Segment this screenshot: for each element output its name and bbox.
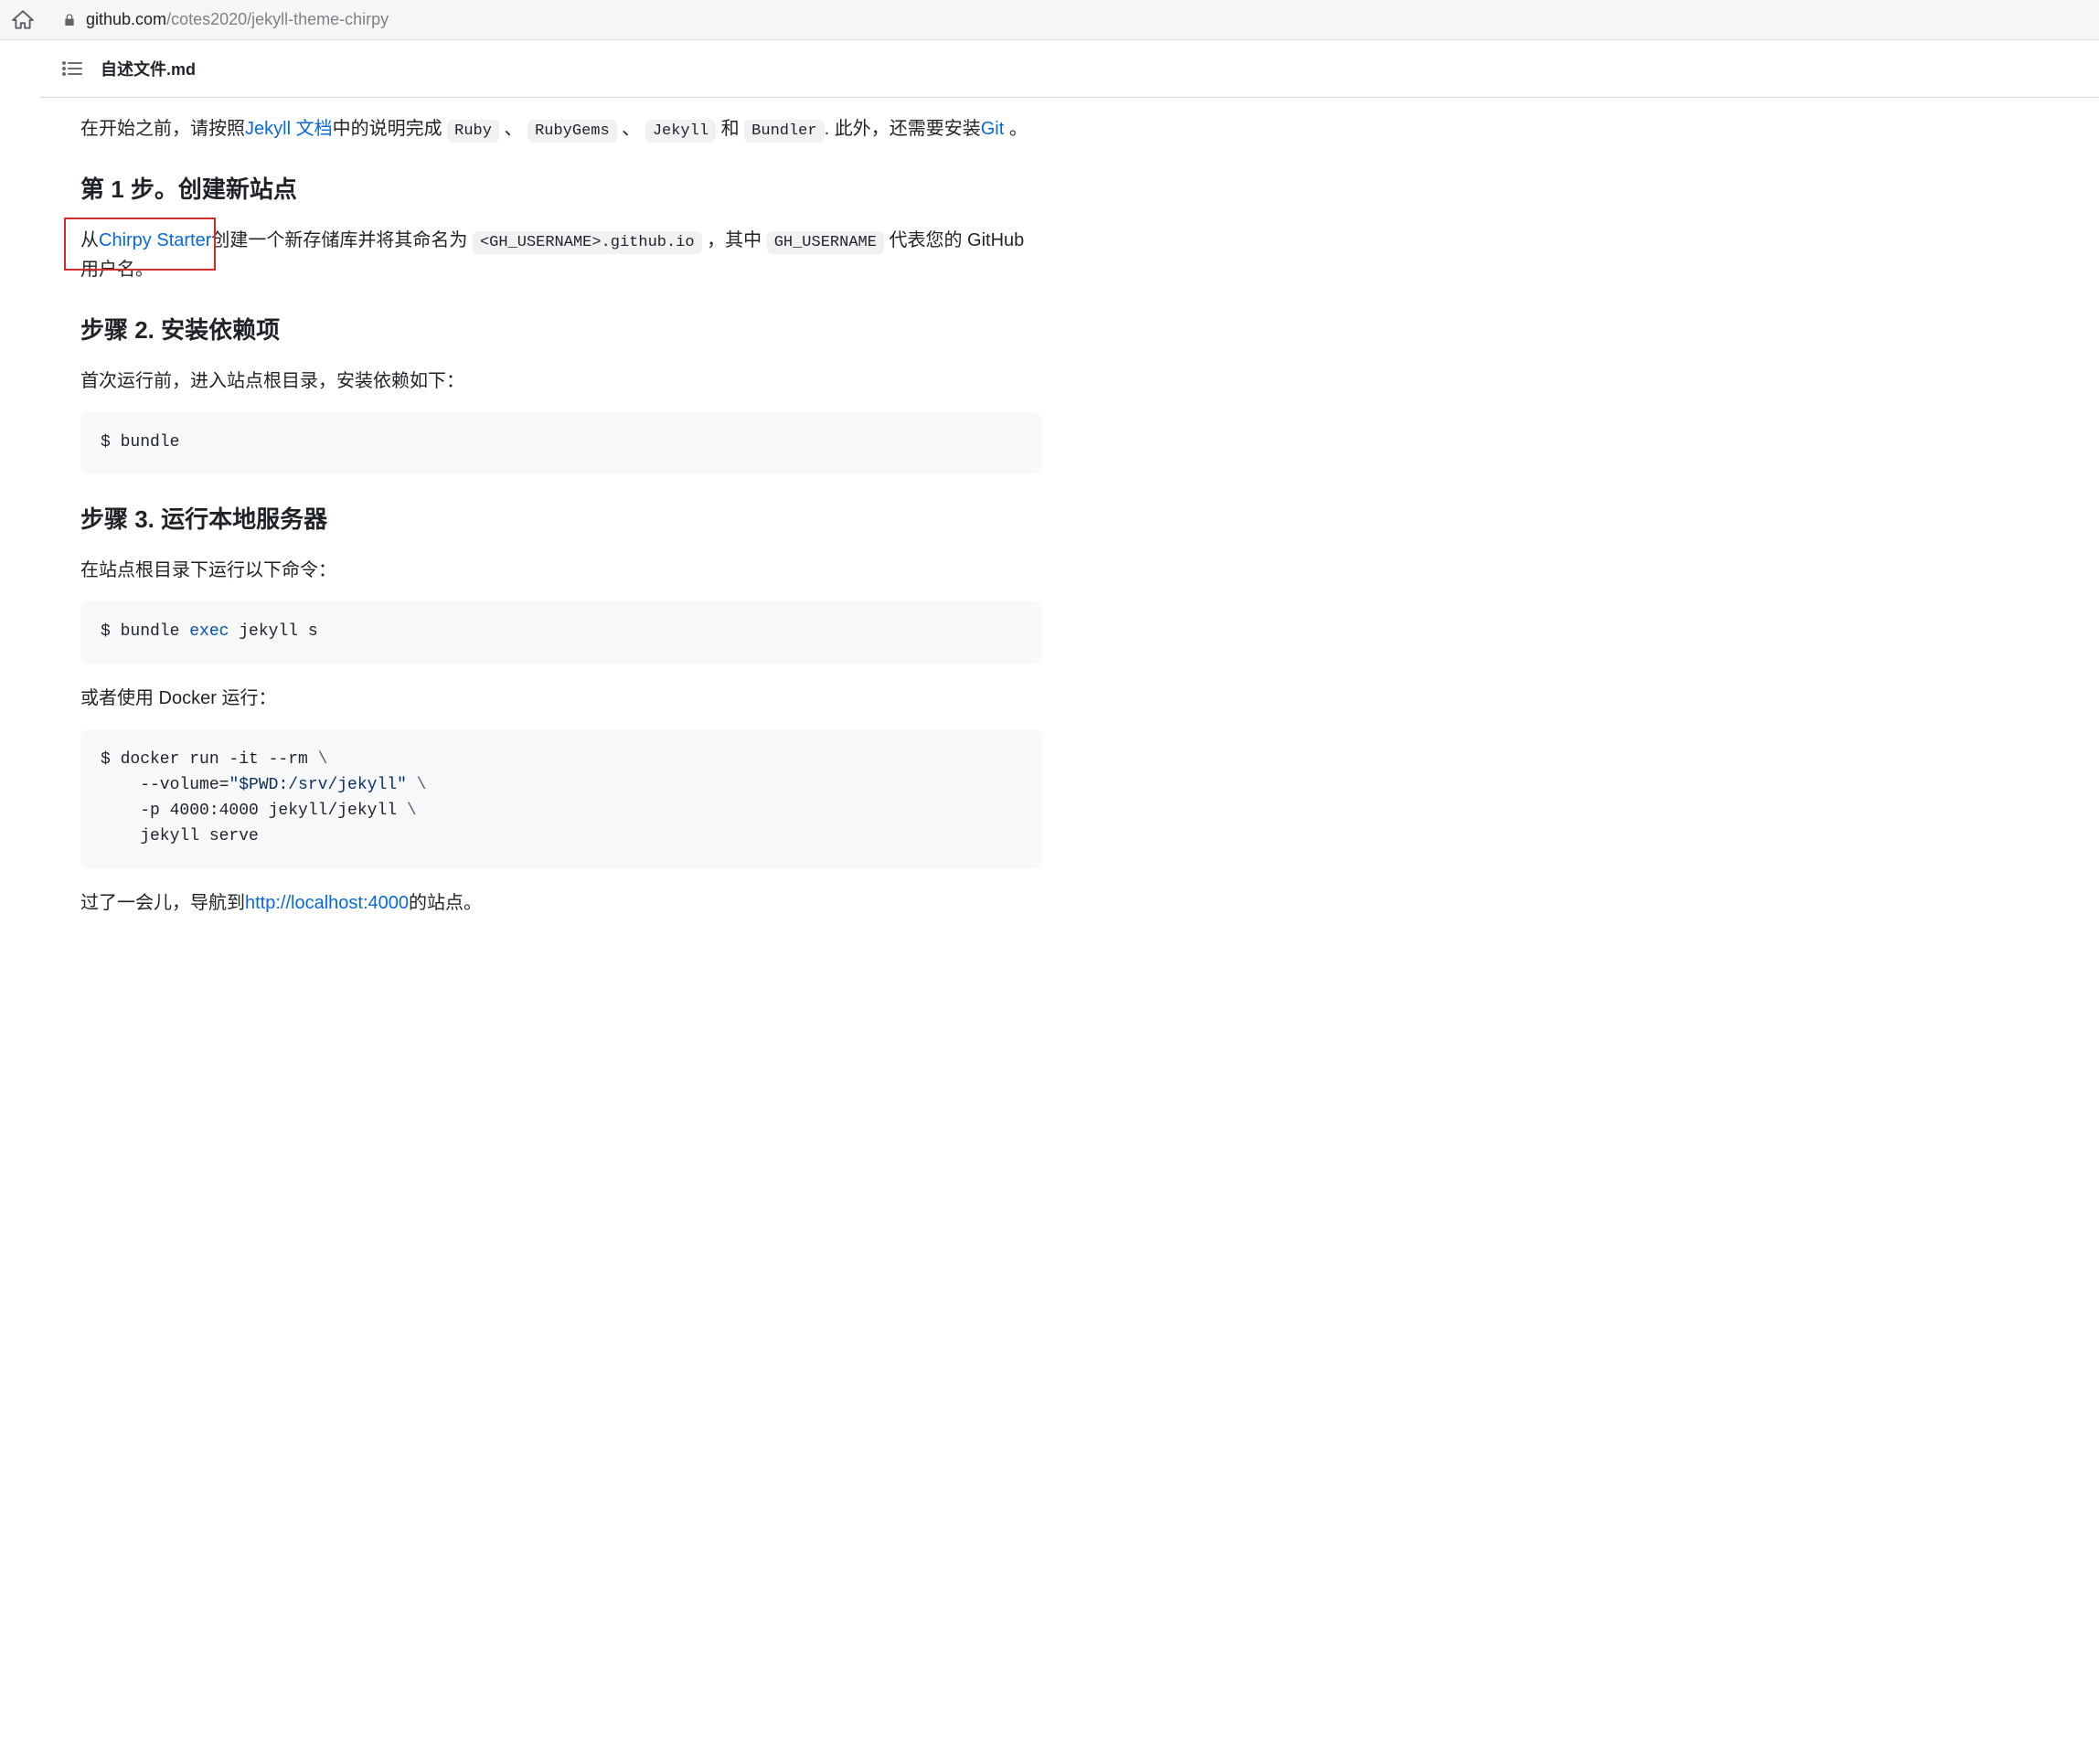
readme-body: 在开始之前，请按照Jekyll 文档中的说明完成 Ruby 、 RubyGems… (40, 114, 1082, 971)
url-display[interactable]: github.com/cotes2020/jekyll-theme-chirpy (86, 10, 389, 29)
readme-sticky-header: 自述文件.md (40, 40, 2099, 98)
code-gh-username: GH_USERNAME (767, 231, 884, 254)
step3-heading: 步骤 3. 运行本地服务器 (80, 501, 1042, 539)
code-rubygems: RubyGems (527, 120, 617, 143)
step2-code[interactable]: $ bundle (80, 412, 1042, 474)
step3-paragraph-2: 或者使用 Docker 运行： (80, 684, 1042, 713)
code-jekyll: Jekyll (645, 120, 716, 143)
link-localhost[interactable]: http://localhost:4000 (245, 893, 409, 913)
step2-paragraph: 首次运行前，进入站点根目录，安装依赖如下： (80, 367, 1042, 396)
code-ruby: Ruby (447, 120, 499, 143)
step2-heading: 步骤 2. 安装依赖项 (80, 312, 1042, 350)
browser-address-bar: github.com/cotes2020/jekyll-theme-chirpy (0, 0, 2099, 40)
link-git[interactable]: Git (981, 119, 1005, 139)
readme-title: 自述文件.md (101, 57, 196, 80)
step3-paragraph-1: 在站点根目录下运行以下命令： (80, 556, 1042, 585)
link-jekyll-docs[interactable]: Jekyll 文档 (245, 119, 333, 139)
link-chirpy-starter[interactable]: Chirpy Starter (99, 230, 211, 250)
step3-code-1[interactable]: $ bundle exec jekyll s (80, 601, 1042, 664)
code-repo-name: <GH_USERNAME>.github.io (473, 231, 702, 254)
step1-paragraph: 从Chirpy Starter创建一个新存储库并将其命名为 <GH_USERNA… (80, 226, 1042, 284)
step3-paragraph-3: 过了一会儿，导航到http://localhost:4000的站点。 (80, 888, 1042, 918)
code-bundler: Bundler (744, 120, 824, 143)
step3-code-2[interactable]: $ docker run -it --rm \ --volume="$PWD:/… (80, 729, 1042, 868)
toc-icon[interactable] (62, 61, 82, 76)
lock-icon[interactable] (62, 13, 77, 27)
step1-heading: 第 1 步。创建新站点 (80, 171, 1042, 209)
intro-paragraph: 在开始之前，请按照Jekyll 文档中的说明完成 Ruby 、 RubyGems… (80, 114, 1042, 143)
home-icon[interactable] (11, 8, 35, 32)
